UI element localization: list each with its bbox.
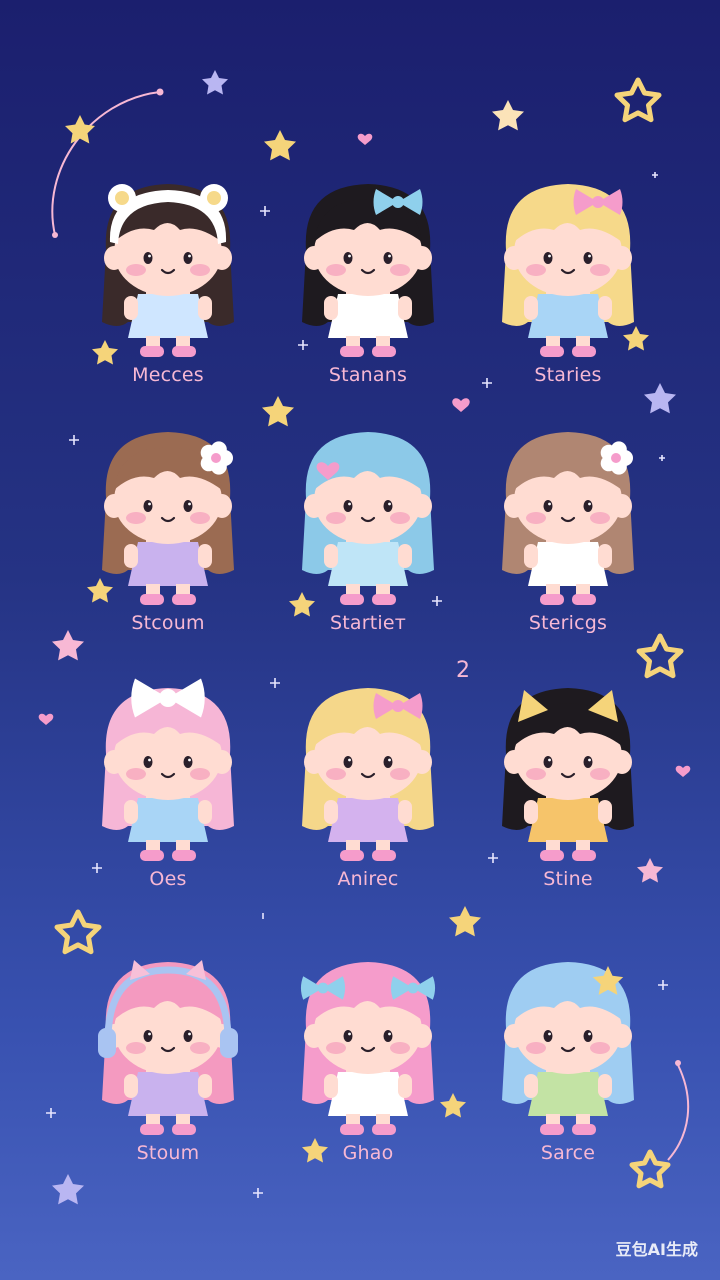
sparkle-icon	[253, 1188, 263, 1198]
character-card: Stericgs	[468, 420, 668, 650]
character-illustration	[102, 184, 234, 357]
character-illustration	[300, 962, 436, 1135]
character-name-label: Startieт	[329, 612, 407, 634]
character-illustration	[502, 962, 634, 1135]
character-name-label: Mecces	[132, 364, 204, 386]
character-card: Mecces	[68, 172, 268, 402]
watermark: 豆包AI生成	[615, 1240, 698, 1259]
character-name-label: Oes	[149, 868, 187, 890]
character-name-label: Stericgs	[528, 612, 608, 634]
star-outline-icon	[614, 77, 662, 123]
character-card: Staries	[468, 172, 668, 402]
dot-icon	[52, 232, 58, 238]
star-icon	[492, 100, 524, 131]
character-name-label: Stoum	[136, 1142, 200, 1164]
character-name-label: Ghao	[342, 1142, 394, 1164]
star-icon	[202, 70, 228, 95]
character-illustration	[102, 678, 234, 861]
character-name-label: Stcoum	[131, 612, 205, 634]
dot-icon	[675, 1060, 681, 1066]
character-illustration	[302, 184, 434, 357]
poster-canvas: Mecces Stanans Staries Stcoum Startieт S…	[0, 0, 720, 1280]
character-illustration	[502, 688, 634, 861]
character-illustration	[302, 688, 434, 861]
heart-icon	[357, 133, 373, 145]
character-name-label: Sarce	[540, 1142, 596, 1164]
character-illustration	[102, 432, 234, 605]
star-outline-icon	[54, 909, 102, 955]
character-card: Stcoum	[68, 420, 268, 650]
character-card: Startieт	[268, 420, 468, 650]
character-card: Anirec	[268, 676, 468, 906]
character-name-label: Staries	[534, 364, 602, 386]
shooting-star-head	[156, 88, 164, 96]
character-card: Stoum	[68, 950, 268, 1180]
star-icon	[65, 115, 95, 144]
character-card: Stine	[468, 676, 668, 906]
star-icon	[449, 906, 481, 937]
heart-icon	[38, 713, 54, 725]
character-name-label: Anirec	[337, 868, 399, 890]
heart-icon	[675, 765, 691, 777]
star-icon	[264, 130, 296, 161]
sparkle-icon	[46, 1108, 56, 1118]
character-illustration	[502, 184, 634, 357]
character-name-label: Stanans	[328, 364, 408, 386]
shooting-star-trail	[667, 1064, 690, 1161]
character-illustration	[98, 960, 238, 1135]
stray-number-mark: 2	[456, 658, 470, 683]
character-card: Ghao	[268, 950, 468, 1180]
character-card: Stanans	[268, 172, 468, 402]
character-card: Sarce	[468, 950, 668, 1180]
character-illustration	[502, 432, 634, 605]
character-card: Oes	[68, 676, 268, 906]
character-illustration	[302, 432, 434, 605]
character-name-label: Stine	[543, 868, 593, 890]
